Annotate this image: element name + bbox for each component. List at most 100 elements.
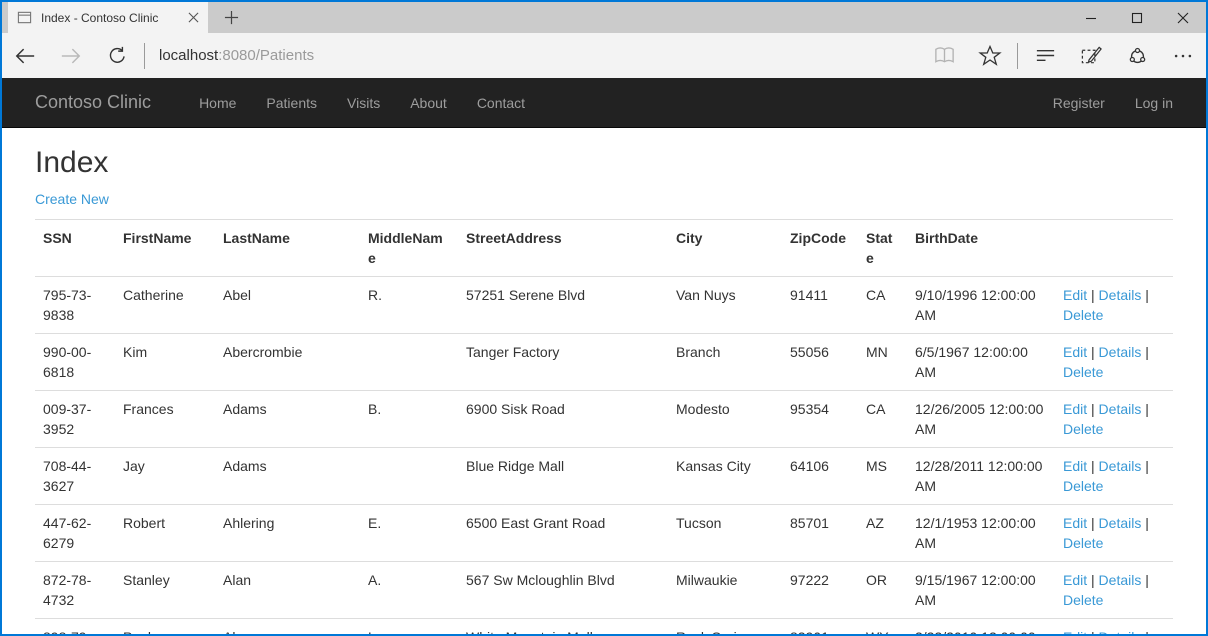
account-links: Register Log in xyxy=(1038,78,1188,128)
cell-actions: Edit | Details | Delete xyxy=(1055,448,1173,505)
toolbar-divider xyxy=(1017,43,1018,69)
new-tab-button[interactable] xyxy=(208,2,254,33)
nav-item-visits[interactable]: Visits xyxy=(332,78,395,128)
cell-lastname: Abercrombie xyxy=(215,334,360,391)
row-action-delete-link[interactable]: Delete xyxy=(1063,364,1103,380)
table-row: 447-62-6279 Robert Ahlering E. 6500 East… xyxy=(35,505,1173,562)
row-action-details-link[interactable]: Details xyxy=(1099,629,1142,634)
nav-item-patients[interactable]: Patients xyxy=(251,78,332,128)
cell-city: Branch xyxy=(668,334,782,391)
more-options-icon[interactable] xyxy=(1160,33,1206,78)
cell-firstname: Stanley xyxy=(115,562,215,619)
row-action-details-link[interactable]: Details xyxy=(1099,572,1142,588)
favorites-star-icon[interactable] xyxy=(967,33,1013,78)
cell-birthdate: 12/1/1953 12:00:00 AM xyxy=(907,505,1055,562)
tab-strip: Index - Contoso Clinic xyxy=(2,2,1206,33)
cell-middlename: E. xyxy=(360,505,458,562)
cell-streetaddress: 57251 Serene Blvd xyxy=(458,277,668,334)
site-navbar: Contoso Clinic Home Patients Visits Abou… xyxy=(2,78,1206,128)
row-action-details-link[interactable]: Details xyxy=(1099,344,1142,360)
cell-streetaddress: 567 Sw Mcloughlin Blvd xyxy=(458,562,668,619)
row-action-details-link[interactable]: Details xyxy=(1099,458,1142,474)
minimize-button[interactable] xyxy=(1068,2,1114,33)
cell-zipcode: 82901 xyxy=(782,619,858,635)
row-action-edit-link[interactable]: Edit xyxy=(1063,572,1087,588)
row-action-delete-link[interactable]: Delete xyxy=(1063,421,1103,437)
cell-ssn: 009-37-3952 xyxy=(35,391,115,448)
row-action-delete-link[interactable]: Delete xyxy=(1063,535,1103,551)
row-action-edit-link[interactable]: Edit xyxy=(1063,401,1087,417)
tab-title: Index - Contoso Clinic xyxy=(41,11,179,25)
table-row: 009-37-3952 Frances Adams B. 6900 Sisk R… xyxy=(35,391,1173,448)
login-link[interactable]: Log in xyxy=(1120,78,1188,128)
table-row: 795-73-9838 Catherine Abel R. 57251 Sere… xyxy=(35,277,1173,334)
row-action-details-link[interactable]: Details xyxy=(1099,401,1142,417)
cell-firstname: Robert xyxy=(115,505,215,562)
tab-close-icon[interactable] xyxy=(188,12,199,23)
create-new-link[interactable]: Create New xyxy=(35,191,109,207)
cell-state: MN xyxy=(858,334,907,391)
cell-lastname: Alan xyxy=(215,562,360,619)
window-controls xyxy=(1068,2,1206,33)
hub-icon[interactable] xyxy=(1022,33,1068,78)
cell-zipcode: 85701 xyxy=(782,505,858,562)
url-host: localhost xyxy=(159,47,218,64)
row-action-edit-link[interactable]: Edit xyxy=(1063,344,1087,360)
cell-streetaddress: Tanger Factory xyxy=(458,334,668,391)
row-action-delete-link[interactable]: Delete xyxy=(1063,478,1103,494)
cell-state: CA xyxy=(858,391,907,448)
register-link[interactable]: Register xyxy=(1038,78,1120,128)
reading-view-icon[interactable] xyxy=(921,33,967,78)
page-content: Index Create New SSN FirstName LastName … xyxy=(2,128,1206,634)
cell-middlename xyxy=(360,334,458,391)
cell-actions: Edit | Details | Delete xyxy=(1055,334,1173,391)
back-icon[interactable] xyxy=(2,33,48,78)
row-action-edit-link[interactable]: Edit xyxy=(1063,287,1087,303)
cell-city: Tucson xyxy=(668,505,782,562)
nav-item-about[interactable]: About xyxy=(395,78,462,128)
nav-item-contact[interactable]: Contact xyxy=(462,78,540,128)
cell-zipcode: 64106 xyxy=(782,448,858,505)
cell-actions: Edit | Details | Delete xyxy=(1055,619,1173,635)
cell-state: OR xyxy=(858,562,907,619)
column-header-city: City xyxy=(668,220,782,277)
row-action-details-link[interactable]: Details xyxy=(1099,287,1142,303)
row-action-delete-link[interactable]: Delete xyxy=(1063,307,1103,323)
row-action-edit-link[interactable]: Edit xyxy=(1063,458,1087,474)
refresh-icon[interactable] xyxy=(94,33,140,78)
maximize-button[interactable] xyxy=(1114,2,1160,33)
column-header-zipcode: ZipCode xyxy=(782,220,858,277)
table-row: 872-78-4732 Stanley Alan A. 567 Sw Mclou… xyxy=(35,562,1173,619)
cell-city: Modesto xyxy=(668,391,782,448)
column-header-actions xyxy=(1055,220,1173,277)
cell-ssn: 447-62-6279 xyxy=(35,505,115,562)
share-icon[interactable] xyxy=(1114,33,1160,78)
nav-item-home[interactable]: Home xyxy=(184,78,251,128)
cell-lastname: Ahlering xyxy=(215,505,360,562)
cell-middlename: B. xyxy=(360,391,458,448)
cell-firstname: Catherine xyxy=(115,277,215,334)
cell-streetaddress: Blue Ridge Mall xyxy=(458,448,668,505)
address-bar[interactable]: localhost:8080/Patients xyxy=(149,41,921,71)
browser-tab[interactable]: Index - Contoso Clinic xyxy=(8,2,208,33)
row-action-edit-link[interactable]: Edit xyxy=(1063,515,1087,531)
web-note-icon[interactable] xyxy=(1068,33,1114,78)
cell-city: Van Nuys xyxy=(668,277,782,334)
cell-actions: Edit | Details | Delete xyxy=(1055,391,1173,448)
cell-actions: Edit | Details | Delete xyxy=(1055,505,1173,562)
cell-zipcode: 55056 xyxy=(782,334,858,391)
cell-ssn: 990-00-6818 xyxy=(35,334,115,391)
cell-firstname: Jay xyxy=(115,448,215,505)
cell-lastname: Adams xyxy=(215,391,360,448)
row-action-edit-link[interactable]: Edit xyxy=(1063,629,1087,634)
cell-lastname: Adams xyxy=(215,448,360,505)
close-window-button[interactable] xyxy=(1160,2,1206,33)
cell-actions: Edit | Details | Delete xyxy=(1055,277,1173,334)
table-row: 898-79-3704 Paul Alcorn L. White Mountai… xyxy=(35,619,1173,635)
cell-ssn: 795-73-9838 xyxy=(35,277,115,334)
row-action-delete-link[interactable]: Delete xyxy=(1063,592,1103,608)
toolbar-divider xyxy=(144,43,145,69)
brand-link[interactable]: Contoso Clinic xyxy=(20,92,166,113)
row-action-details-link[interactable]: Details xyxy=(1099,515,1142,531)
forward-icon[interactable] xyxy=(48,33,94,78)
